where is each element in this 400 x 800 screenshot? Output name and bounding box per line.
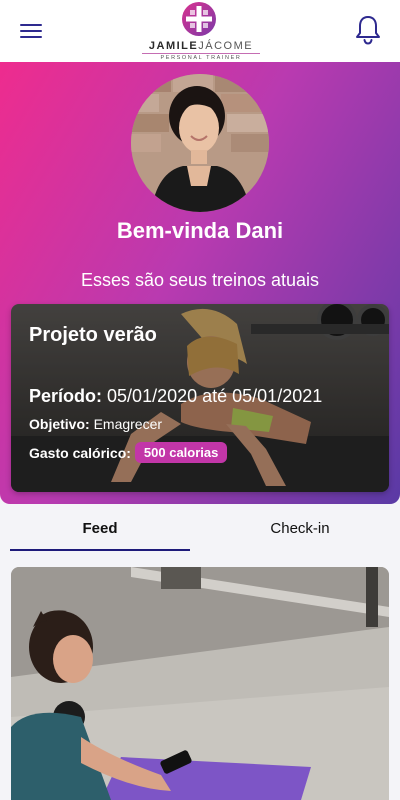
greeting-title: Bem-vinda Dani (116, 218, 284, 243)
period-value: 05/01/2020 até 05/01/2021 (107, 386, 323, 406)
period-label: Período: (29, 386, 103, 406)
tab-feed[interactable]: Feed (10, 520, 190, 537)
logo-wordmark: JAMILEJÁCOME (140, 40, 262, 52)
workout-title: Projeto verão (29, 324, 157, 346)
goal-label: Objetivo: (29, 416, 90, 432)
workout-period: Período: 05/01/2020 até 05/01/2021 (29, 386, 322, 407)
calories-badge: 500 calorias (134, 442, 228, 463)
goal-value: Emagrecer (93, 416, 163, 432)
brand-logo: JAMILEJÁCOME PERSONAL TRAINER (140, 0, 262, 62)
workout-goal: Objetivo: Emagrecer (29, 416, 162, 432)
menu-icon[interactable] (20, 22, 42, 40)
logo-divider (142, 53, 260, 54)
feed-post[interactable] (11, 567, 389, 800)
workout-card[interactable]: Projeto verão Período: 05/01/2020 até 05… (11, 304, 389, 492)
workout-calories: Gasto calórico: 500 calorias (29, 442, 228, 463)
workouts-subtitle: Esses são seus treinos atuais (80, 270, 320, 290)
hero-section: Bem-vinda Dani Esses são seus treinos at… (0, 62, 400, 504)
logo-first-name: JAMILE (148, 40, 199, 52)
calories-label: Gasto calórico: (29, 444, 131, 461)
active-tab-indicator (10, 549, 190, 551)
bell-icon[interactable] (354, 14, 382, 46)
trainer-photo (131, 74, 269, 212)
avatar (131, 74, 269, 212)
logo-emblem-icon (182, 2, 216, 36)
top-bar: JAMILEJÁCOME PERSONAL TRAINER (0, 0, 400, 62)
tab-bar: Feed Check-in (0, 504, 400, 556)
tab-check-in[interactable]: Check-in (210, 520, 390, 537)
feed-post-photo (11, 567, 389, 800)
logo-tagline: PERSONAL TRAINER (160, 55, 242, 61)
logo-last-name: JÁCOME (198, 40, 254, 52)
